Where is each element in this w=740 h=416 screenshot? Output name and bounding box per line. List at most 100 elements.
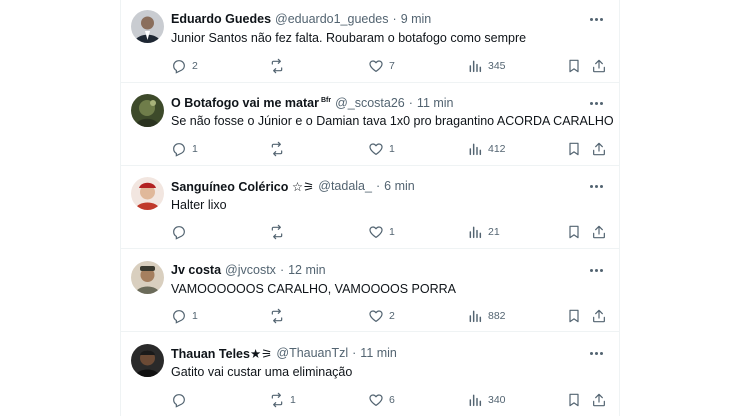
reply-button[interactable]: 2 — [171, 57, 198, 75]
bookmark-button[interactable] — [566, 307, 582, 325]
views-button[interactable]: 412 — [467, 140, 506, 158]
heart-icon — [369, 60, 383, 72]
share-button[interactable] — [591, 391, 607, 409]
timestamp[interactable]: 11 min — [360, 346, 397, 360]
timestamp[interactable]: 12 min — [288, 263, 326, 277]
more-icon[interactable] — [589, 96, 605, 110]
author-handle[interactable]: @tadala_ — [318, 179, 372, 193]
views-count: 882 — [488, 310, 506, 322]
reply-button[interactable] — [171, 223, 192, 241]
reply-button[interactable]: 1 — [171, 140, 198, 158]
tweet-actions: 2 7 345 — [171, 57, 605, 75]
like-button[interactable]: 7 — [368, 57, 395, 75]
views-icon — [469, 226, 482, 239]
more-icon[interactable] — [589, 12, 605, 26]
share-icon — [593, 393, 605, 407]
bookmark-icon — [569, 225, 579, 239]
author-name-text: O Botafogo vai me matar — [171, 96, 319, 110]
like-count: 6 — [389, 394, 395, 406]
views-count: 340 — [488, 394, 506, 406]
tweet-header: O Botafogo vai me matar Bfr @_scosta26 · … — [171, 94, 603, 112]
author-handle[interactable]: @_scosta26 — [335, 96, 405, 110]
tweet-header: Jv costa @jvcostx · 12 min — [171, 261, 603, 279]
reply-icon — [173, 143, 185, 157]
tweet[interactable]: Eduardo Guedes @eduardo1_guedes · 9 min … — [121, 0, 619, 83]
share-button[interactable] — [591, 307, 607, 325]
like-button[interactable]: 1 — [368, 223, 395, 241]
avatar[interactable] — [131, 177, 164, 210]
bookmark-icon — [569, 142, 579, 156]
tweet-feed: Eduardo Guedes @eduardo1_guedes · 9 min … — [120, 0, 620, 416]
separator-dot: · — [375, 179, 381, 193]
author-handle[interactable]: @jvcostx — [225, 263, 276, 277]
bookmark-button[interactable] — [566, 140, 582, 158]
heart-icon — [369, 394, 383, 406]
views-button[interactable]: 882 — [467, 307, 506, 325]
separator-dot: · — [408, 96, 413, 110]
retweet-button[interactable] — [269, 223, 290, 241]
timestamp[interactable]: 6 min — [384, 179, 415, 193]
avatar[interactable] — [131, 10, 164, 43]
reply-icon — [173, 394, 185, 408]
bookmark-button[interactable] — [566, 223, 582, 241]
reply-icon — [173, 310, 185, 324]
author-name[interactable]: O Botafogo vai me matar Bfr — [171, 96, 331, 110]
heart-icon — [369, 226, 383, 238]
timestamp[interactable]: 9 min — [401, 12, 432, 26]
author-handle[interactable]: @ThauanTzl — [276, 346, 348, 360]
tweet[interactable]: Thauan Teles★⚞ @ThauanTzl · 11 min Gatit… — [121, 332, 619, 415]
views-button[interactable]: 340 — [467, 391, 506, 409]
share-button[interactable] — [591, 57, 607, 75]
retweet-button[interactable] — [269, 307, 290, 325]
author-name[interactable]: Sanguíneo Colérico ☆⚞ — [171, 179, 314, 194]
reply-button[interactable] — [171, 391, 192, 409]
tweet[interactable]: Jv costa @jvcostx · 12 min VAMOOOOOOS CA… — [121, 249, 619, 332]
like-count: 1 — [389, 143, 395, 155]
retweet-button[interactable] — [269, 57, 290, 75]
like-button[interactable]: 6 — [368, 391, 395, 409]
author-name[interactable]: Jv costa — [171, 263, 221, 277]
views-button[interactable]: 21 — [467, 223, 500, 241]
reply-icon — [173, 60, 185, 74]
reply-button[interactable]: 1 — [171, 307, 198, 325]
views-icon — [469, 60, 482, 73]
share-button[interactable] — [591, 223, 607, 241]
share-button[interactable] — [591, 140, 607, 158]
tweet-actions: 1 21 — [171, 223, 605, 241]
tweet[interactable]: O Botafogo vai me matar Bfr @_scosta26 · … — [121, 83, 619, 166]
like-count: 7 — [389, 60, 395, 72]
bookmark-button[interactable] — [566, 391, 582, 409]
views-icon — [469, 394, 482, 407]
retweet-icon — [271, 141, 283, 157]
retweet-button[interactable]: 1 — [269, 391, 296, 409]
author-name[interactable]: Thauan Teles★⚞ — [171, 346, 272, 361]
more-icon[interactable] — [589, 179, 605, 193]
avatar[interactable] — [131, 261, 164, 294]
bookmark-button[interactable] — [566, 57, 582, 75]
timestamp[interactable]: 11 min — [417, 96, 454, 110]
views-count: 412 — [488, 143, 506, 155]
author-handle[interactable]: @eduardo1_guedes — [275, 12, 388, 26]
more-icon[interactable] — [589, 263, 605, 277]
retweet-button[interactable] — [269, 140, 290, 158]
like-button[interactable]: 2 — [368, 307, 395, 325]
tweet-text: Junior Santos não fez falta. Roubaram o … — [171, 31, 527, 45]
views-button[interactable]: 345 — [467, 57, 506, 75]
tweet-header: Eduardo Guedes @eduardo1_guedes · 9 min — [171, 10, 603, 28]
share-icon — [593, 309, 605, 323]
reply-count: 2 — [192, 60, 198, 72]
reply-count: 1 — [192, 143, 198, 155]
author-name[interactable]: Eduardo Guedes — [171, 12, 271, 26]
separator-dot: · — [352, 346, 357, 360]
retweet-icon — [271, 392, 283, 408]
avatar[interactable] — [131, 94, 164, 127]
tweet[interactable]: Sanguíneo Colérico ☆⚞ @tadala_ · 6 min H… — [121, 166, 619, 249]
views-icon — [469, 143, 482, 156]
tweet-actions: 1 2 882 — [171, 307, 605, 325]
avatar[interactable] — [131, 344, 164, 377]
more-icon[interactable] — [589, 346, 605, 360]
like-button[interactable]: 1 — [368, 140, 395, 158]
views-count: 345 — [488, 60, 506, 72]
separator-dot: · — [392, 12, 397, 26]
bookmark-icon — [569, 309, 579, 323]
